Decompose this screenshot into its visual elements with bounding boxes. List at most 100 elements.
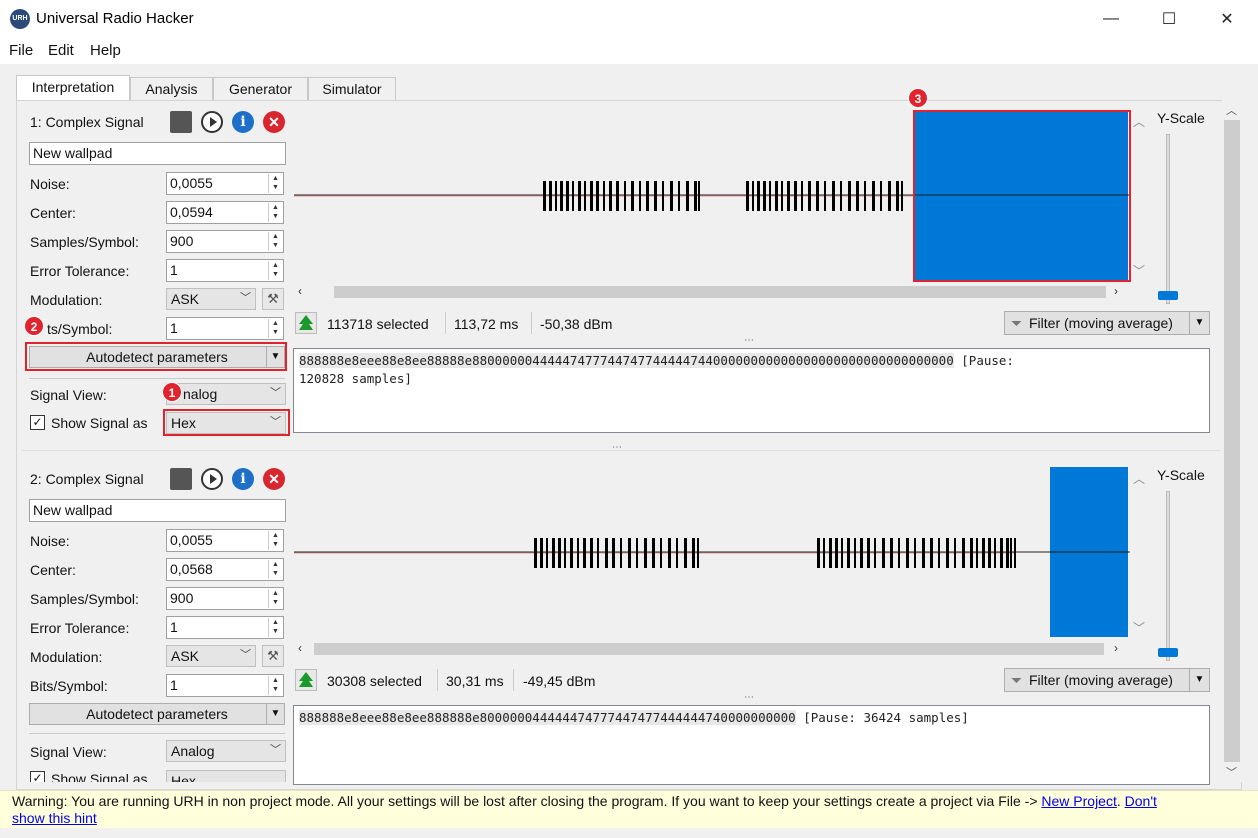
- dropdown-arrow-icon[interactable]: ▼: [1189, 312, 1209, 334]
- spin-arrows-icon[interactable]: ▲ ▼: [268, 319, 282, 338]
- splitter-handle[interactable]: ⋯: [744, 692, 754, 703]
- yscale-slider-track[interactable]: [1166, 134, 1170, 304]
- samples-per-symbol-spinbox[interactable]: 900 ▲ ▼: [166, 587, 284, 610]
- error-tolerance-spinbox[interactable]: 1 ▲ ▼: [166, 259, 284, 282]
- filter-button[interactable]: ⏷ Filter (moving average) ▼: [1004, 311, 1210, 335]
- tab-generator[interactable]: Generator: [213, 77, 308, 100]
- noise-spinbox[interactable]: 0,0055 ▲ ▼: [166, 529, 284, 552]
- divider: [445, 312, 446, 334]
- tree-icon[interactable]: [295, 669, 317, 691]
- autodetect-button[interactable]: Autodetect parameters ▼: [29, 703, 285, 725]
- scrollbar-thumb[interactable]: [334, 286, 1106, 298]
- bits-per-symbol-spinbox[interactable]: 1 ▲ ▼: [166, 317, 284, 340]
- modulation-combo[interactable]: ASK ﹀: [166, 288, 256, 310]
- spin-arrows-icon[interactable]: ▲ ▼: [268, 232, 282, 251]
- signal-name-input[interactable]: New wallpad: [29, 499, 286, 522]
- spin-arrows-icon[interactable]: ▲ ▼: [268, 618, 282, 637]
- center-spinbox[interactable]: 0,0594 ▲ ▼: [166, 201, 284, 224]
- yscale-label: Y-Scale: [1157, 467, 1205, 483]
- menu-edit[interactable]: Edit: [48, 42, 74, 59]
- scroll-right-icon[interactable]: ›: [1114, 641, 1118, 655]
- save-icon[interactable]: [170, 111, 192, 133]
- scroll-up-icon[interactable]: ︿: [1226, 102, 1237, 118]
- modulation-combo[interactable]: ASK ﹀: [166, 645, 256, 667]
- show-signal-checkbox[interactable]: ✓: [30, 415, 45, 430]
- menu-file[interactable]: File: [9, 42, 33, 59]
- hex-output[interactable]: 888888e8eee88e8ee888888e8000000444444747…: [293, 705, 1210, 785]
- show-hint-link[interactable]: show this hint: [12, 810, 97, 826]
- minimize-button[interactable]: —: [1082, 0, 1140, 38]
- filter-label: Filter (moving average): [1029, 315, 1173, 331]
- scrollbar-thumb[interactable]: [1224, 120, 1240, 762]
- yscale-slider-handle[interactable]: [1158, 291, 1178, 300]
- dont-show-link[interactable]: Don't: [1125, 793, 1157, 809]
- scroll-up-icon[interactable]: ︿: [1133, 470, 1145, 487]
- horizontal-scrollbar[interactable]: [294, 641, 1130, 657]
- center-spinbox[interactable]: 0,0568 ▲ ▼: [166, 558, 284, 581]
- tree-icon[interactable]: [295, 312, 317, 334]
- splitter-handle[interactable]: ⋯: [612, 442, 622, 453]
- samples-per-symbol-spinbox[interactable]: 900 ▲ ▼: [166, 230, 284, 253]
- spin-arrows-icon[interactable]: ▲ ▼: [268, 261, 282, 280]
- dropdown-arrow-icon[interactable]: ▼: [1189, 669, 1209, 691]
- duration-value: 113,72 ms: [454, 316, 519, 332]
- noise-spinbox[interactable]: 0,0055 ▲ ▼: [166, 172, 284, 195]
- autodetect-button[interactable]: Autodetect parameters ▼: [29, 346, 285, 368]
- tab-simulator[interactable]: Simulator: [308, 77, 396, 100]
- duration-value: 30,31 ms: [446, 673, 504, 689]
- wrench-icon[interactable]: ⚒: [262, 645, 284, 667]
- scroll-right-icon[interactable]: ›: [1114, 284, 1118, 298]
- spin-arrows-icon[interactable]: ▲ ▼: [268, 589, 282, 608]
- horizontal-scrollbar[interactable]: [294, 284, 1130, 300]
- error-tolerance-spinbox[interactable]: 1 ▲ ▼: [166, 616, 284, 639]
- wrench-icon[interactable]: ⚒: [262, 288, 284, 310]
- play-icon[interactable]: [201, 468, 223, 490]
- hex-output[interactable]: 888888e8eee88e8ee88888e88000000444447477…: [293, 348, 1210, 433]
- scroll-left-icon[interactable]: ‹: [298, 641, 302, 655]
- dropdown-arrow-icon[interactable]: ▼: [266, 347, 284, 367]
- vertical-scrollbar[interactable]: ︿ ﹀: [1222, 100, 1242, 782]
- tab-analysis[interactable]: Analysis: [130, 77, 213, 100]
- selected-suffix: selected: [376, 316, 429, 332]
- signal-name-input[interactable]: New wallpad: [29, 142, 286, 165]
- filter-button[interactable]: ⏷ Filter (moving average) ▼: [1004, 668, 1210, 692]
- info-icon[interactable]: i: [232, 468, 254, 490]
- spin-arrows-icon[interactable]: ▲ ▼: [268, 560, 282, 579]
- show-signal-checkbox[interactable]: ✓: [30, 771, 45, 782]
- spin-arrows-icon[interactable]: ▲ ▼: [268, 676, 282, 695]
- chevron-down-icon: ﹀: [270, 387, 281, 399]
- close-signal-icon[interactable]: ✕: [263, 468, 285, 490]
- yscale-slider-handle[interactable]: [1158, 648, 1178, 657]
- scroll-down-icon[interactable]: ﹀: [1133, 262, 1145, 279]
- show-signal-as-combo[interactable]: Hex: [166, 770, 286, 782]
- window-title: Universal Radio Hacker: [36, 10, 194, 27]
- signal-view-combo[interactable]: nalog ﹀: [166, 383, 286, 405]
- yscale-slider-track[interactable]: [1166, 491, 1170, 661]
- play-icon[interactable]: [201, 111, 223, 133]
- new-project-link[interactable]: New Project: [1041, 793, 1116, 809]
- scroll-down-icon[interactable]: ﹀: [1133, 619, 1145, 636]
- spin-arrows-icon[interactable]: ▲ ▼: [268, 531, 282, 550]
- bits-per-symbol-spinbox[interactable]: 1 ▲ ▼: [166, 674, 284, 697]
- spin-arrows-icon[interactable]: ▲ ▼: [268, 174, 282, 193]
- signal-view-combo[interactable]: Analog ﹀: [166, 740, 286, 762]
- tab-interpretation[interactable]: Interpretation: [16, 75, 130, 101]
- close-signal-icon[interactable]: ✕: [263, 111, 285, 133]
- signal-graph[interactable]: [294, 465, 1130, 643]
- scroll-down-icon[interactable]: ﹀: [1226, 764, 1237, 780]
- scroll-left-icon[interactable]: ‹: [298, 284, 302, 298]
- menu-help[interactable]: Help: [90, 42, 121, 59]
- scrollbar-thumb[interactable]: [314, 643, 1104, 655]
- splitter-handle[interactable]: ⋯: [744, 335, 754, 346]
- hex-data: 888888e8eee88e8ee88888e88000000444447477…: [299, 353, 954, 368]
- divider: [513, 669, 514, 691]
- maximize-button[interactable]: ☐: [1140, 0, 1198, 38]
- save-icon[interactable]: [170, 468, 192, 490]
- close-button[interactable]: ✕: [1198, 0, 1256, 38]
- show-signal-as-combo[interactable]: Hex ﹀: [166, 412, 286, 434]
- spin-arrows-icon[interactable]: ▲ ▼: [268, 203, 282, 222]
- dropdown-arrow-icon[interactable]: ▼: [266, 704, 284, 724]
- scroll-up-icon[interactable]: ︿: [1133, 113, 1145, 130]
- error-tolerance-value: 1: [170, 619, 178, 635]
- info-icon[interactable]: i: [232, 111, 254, 133]
